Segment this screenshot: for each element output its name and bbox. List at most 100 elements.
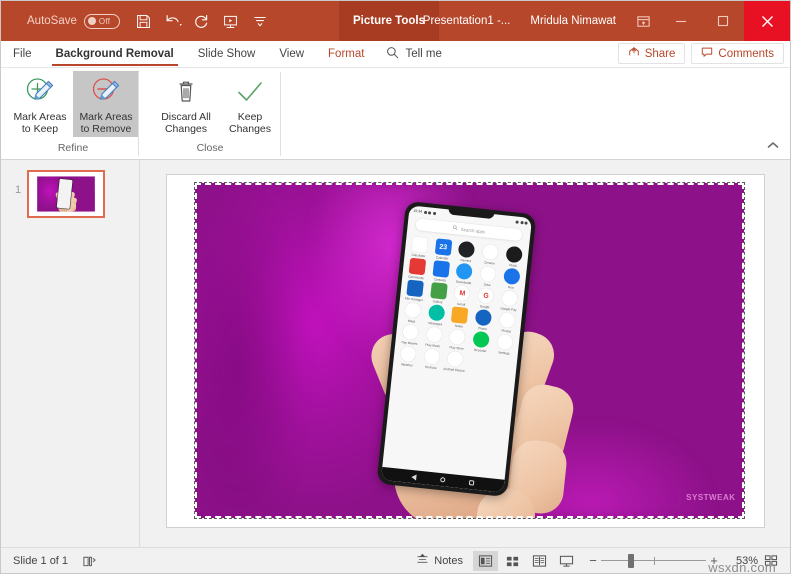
main-area: 1 15:34 Search apps Calculator 23 Calend… xyxy=(1,160,790,547)
app-icon xyxy=(455,262,473,280)
app-item: M Gmail xyxy=(449,284,475,307)
app-item: Drive xyxy=(475,264,501,287)
phone-screen: 15:34 Search apps Calculator 23 Calendar… xyxy=(380,204,532,493)
ribbon-group-refine-body: Mark Areas to Keep Mark Areas to Remove xyxy=(7,68,139,138)
zoom-out-button[interactable]: − xyxy=(585,553,601,568)
mark-areas-to-remove-button[interactable]: Mark Areas to Remove xyxy=(73,71,139,137)
share-button[interactable]: Share xyxy=(617,43,686,64)
comments-button[interactable]: Comments xyxy=(691,43,784,64)
autosave-switch[interactable]: Off xyxy=(83,13,120,29)
mark-areas-to-remove-label: Mark Areas to Remove xyxy=(79,111,133,135)
autosave-toggle[interactable]: AutoSave Off xyxy=(27,13,120,29)
maximize-button[interactable] xyxy=(702,1,744,41)
app-item: Settings xyxy=(491,332,517,355)
app-label: Maps xyxy=(407,318,416,324)
app-label: YouTube xyxy=(423,364,437,370)
keep-changes-icon xyxy=(234,75,266,109)
app-item: Play Store xyxy=(444,327,470,350)
reading-view-button[interactable] xyxy=(527,551,552,571)
slide-count-label[interactable]: Slide 1 of 1 xyxy=(1,555,68,567)
app-icon xyxy=(448,327,467,346)
app-icon xyxy=(481,242,499,261)
ribbon-display-options-icon[interactable] xyxy=(626,1,660,41)
accessibility-checker-icon[interactable] xyxy=(82,554,97,568)
ribbon-group-refine: Mark Areas to Keep Mark Areas to Remove … xyxy=(7,68,139,160)
source-watermark: wsxdn.com xyxy=(708,560,776,574)
app-icon: 23 xyxy=(433,237,452,256)
ribbon-tab-strip: File Background Removal Slide Show View … xyxy=(1,41,790,68)
picture-placeholder[interactable]: 15:34 Search apps Calculator 23 Calendar… xyxy=(193,181,745,519)
search-icon xyxy=(386,46,399,62)
app-label: Notes xyxy=(454,323,463,329)
zoom-slider[interactable]: − + xyxy=(585,551,722,571)
keep-changes-button[interactable]: Keep Changes xyxy=(219,71,281,137)
app-label: Google xyxy=(479,303,490,309)
normal-view-button[interactable] xyxy=(473,550,498,571)
app-item: Android Cleaner xyxy=(442,349,468,373)
app-item: File manager xyxy=(401,279,427,302)
autosave-state-label: Off xyxy=(98,16,111,26)
quick-access-toolbar: AutoSave Off xyxy=(1,8,273,34)
app-label: Calendar xyxy=(435,254,449,261)
tab-file[interactable]: File xyxy=(1,41,44,67)
slide-thumbnail-1[interactable] xyxy=(27,170,105,218)
discard-all-changes-button[interactable]: Discard All Changes xyxy=(153,71,219,137)
app-label: Play Store xyxy=(448,344,464,351)
tab-background-removal[interactable]: Background Removal xyxy=(44,41,186,67)
app-item: Photos xyxy=(494,310,520,333)
app-item: Maps xyxy=(399,300,425,324)
redo-icon[interactable] xyxy=(189,8,215,34)
app-label: Gallery xyxy=(431,298,443,304)
close-button[interactable] xyxy=(744,1,790,41)
zoom-slider-handle[interactable] xyxy=(628,553,634,568)
tab-slide-show[interactable]: Slide Show xyxy=(186,41,268,67)
app-item: Google Pay xyxy=(496,288,522,312)
wifi-icon xyxy=(514,219,519,223)
minimize-button[interactable] xyxy=(660,1,702,41)
tell-me-box[interactable]: Tell me xyxy=(376,41,451,67)
app-icon xyxy=(403,300,421,319)
app-icon xyxy=(429,281,447,300)
autosave-label: AutoSave xyxy=(27,15,77,27)
customize-qat-icon[interactable] xyxy=(247,8,273,34)
notes-button[interactable]: Notes xyxy=(408,550,471,572)
thumbnail-preview xyxy=(37,176,95,212)
app-item: YouTube xyxy=(418,347,444,370)
slide-thumbnail-pane[interactable]: 1 xyxy=(1,160,140,547)
app-label: Photos xyxy=(500,328,511,334)
save-icon[interactable] xyxy=(131,8,157,34)
app-icon xyxy=(422,347,441,365)
slide-show-button[interactable] xyxy=(554,551,579,571)
mark-areas-to-keep-button[interactable]: Mark Areas to Keep xyxy=(7,71,73,137)
slide-editing-pane[interactable]: 15:34 Search apps Calculator 23 Calendar… xyxy=(140,160,790,547)
app-icon: M xyxy=(453,284,471,302)
app-label: Recorder xyxy=(473,347,487,353)
comments-label: Comments xyxy=(718,47,774,60)
signal-icon xyxy=(519,219,523,224)
app-icon xyxy=(405,279,424,297)
app-icon xyxy=(472,330,490,348)
zoom-track-center-tick xyxy=(653,556,655,565)
app-item: Chrome xyxy=(477,242,503,265)
mark-areas-to-remove-icon xyxy=(89,75,123,109)
app-icon xyxy=(401,322,419,341)
back-icon xyxy=(410,473,417,480)
app-item: Contacts xyxy=(427,259,453,282)
undo-icon[interactable] xyxy=(160,8,186,34)
zoom-track[interactable] xyxy=(601,551,706,571)
app-label: Settings xyxy=(497,349,510,356)
app-icon xyxy=(502,267,521,285)
start-presentation-icon[interactable] xyxy=(218,8,244,34)
slide-canvas[interactable]: 15:34 Search apps Calculator 23 Calendar… xyxy=(166,174,764,527)
collapse-ribbon-button[interactable] xyxy=(766,137,780,155)
user-account-name[interactable]: Mridula Nimawat xyxy=(520,1,626,41)
app-item: Camera xyxy=(453,240,479,263)
tab-format[interactable]: Format xyxy=(316,41,376,67)
slide-sorter-view-button[interactable] xyxy=(500,551,525,571)
app-icon: G xyxy=(476,286,495,305)
phone-app-grid: Calculator 23 Calendar Camera Chrome Clock Com… xyxy=(382,232,529,480)
ribbon-group-refine-title: Refine xyxy=(57,142,89,154)
app-icon xyxy=(424,325,443,343)
app-label: Chrome xyxy=(483,259,495,266)
tab-view[interactable]: View xyxy=(267,41,316,67)
